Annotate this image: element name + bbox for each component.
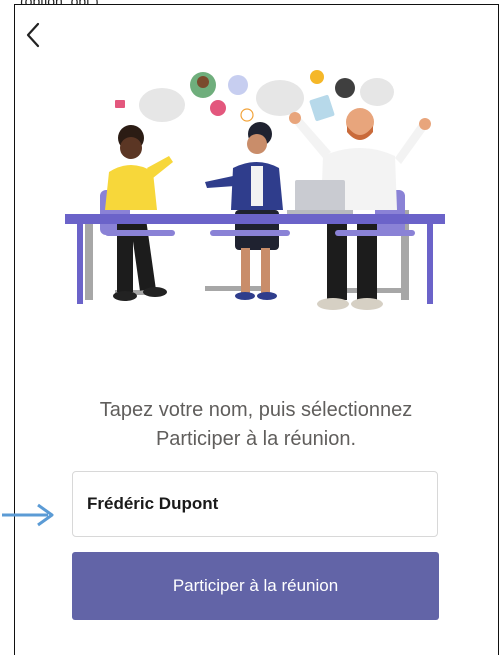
back-button[interactable] bbox=[20, 18, 50, 52]
name-input[interactable] bbox=[73, 472, 417, 536]
name-field[interactable] bbox=[72, 471, 438, 537]
meeting-illustration bbox=[65, 70, 445, 310]
instruction-text: Tapez votre nom, puis sélectionnez Parti… bbox=[40, 396, 472, 454]
join-meeting-button-label: Participer à la réunion bbox=[172, 576, 339, 595]
chevron-left-icon bbox=[26, 22, 40, 48]
person-middle bbox=[205, 122, 283, 300]
join-meeting-button[interactable]: Participer à la réunion bbox=[72, 552, 439, 620]
laptop bbox=[287, 180, 353, 215]
instruction-line-2: Participer à la réunion. bbox=[155, 428, 357, 450]
arrow-right-icon bbox=[2, 503, 54, 527]
instruction-line-1: Tapez votre nom, puis sélectionnez bbox=[99, 399, 413, 421]
